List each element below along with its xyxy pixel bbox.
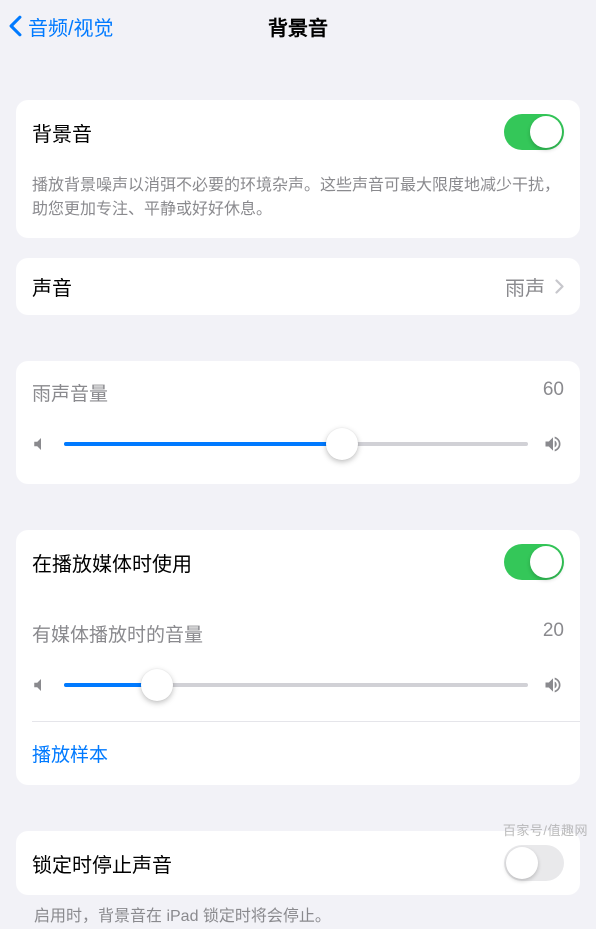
media-volume-header: 有媒体播放时的音量 20: [32, 620, 564, 647]
media-volume-section: 有媒体播放时的音量 20: [16, 594, 580, 721]
use-with-media-row: 在播放媒体时使用: [16, 530, 580, 594]
lock-stop-toggle[interactable]: [504, 845, 564, 881]
volume-low-icon: [32, 435, 50, 453]
lock-stop-label: 锁定时停止声音: [32, 849, 172, 878]
toggle-knob: [530, 116, 562, 148]
rain-volume-group: 雨声音量 60: [16, 361, 580, 484]
volume-high-icon: [542, 675, 564, 695]
volume-high-icon: [542, 434, 564, 454]
lock-stop-row: 锁定时停止声音: [16, 831, 580, 895]
toggle-knob: [530, 546, 562, 578]
navigation-bar: 音频/视觉 背景音: [0, 0, 596, 52]
rain-volume-slider[interactable]: [64, 428, 528, 460]
chevron-right-icon: [555, 279, 564, 294]
background-sound-toggle[interactable]: [504, 114, 564, 150]
media-volume-slider-row: [32, 669, 564, 701]
sound-selection-group: 声音 雨声: [16, 258, 580, 315]
rain-volume-slider-row: [32, 428, 564, 460]
media-playback-group: 在播放媒体时使用 有媒体播放时的音量 20: [16, 530, 580, 785]
slider-thumb[interactable]: [141, 669, 173, 701]
slider-thumb[interactable]: [326, 428, 358, 460]
use-with-media-label: 在播放媒体时使用: [32, 548, 192, 577]
sound-value: 雨声: [505, 272, 545, 301]
toggle-knob: [506, 847, 538, 879]
background-sound-group: 背景音 播放背景噪声以消弭不必要的环境杂声。这些声音可最大限度地减少干扰，助您更…: [16, 100, 580, 238]
media-volume-label: 有媒体播放时的音量: [32, 620, 203, 647]
sound-value-container: 雨声: [505, 272, 564, 301]
back-label: 音频/视觉: [28, 12, 114, 41]
sound-label: 声音: [32, 272, 72, 301]
use-with-media-toggle[interactable]: [504, 544, 564, 580]
background-sound-row: 背景音: [16, 100, 580, 164]
background-sound-description: 播放背景噪声以消弭不必要的环境杂声。这些声音可最大限度地减少干扰，助您更加专注、…: [16, 164, 580, 238]
lock-stop-group: 锁定时停止声音: [16, 831, 580, 895]
play-sample-button[interactable]: 播放样本: [16, 722, 580, 785]
background-sound-label: 背景音: [32, 118, 92, 147]
volume-low-icon: [32, 676, 50, 694]
rain-volume-section: 雨声音量 60: [16, 361, 580, 484]
media-volume-value: 20: [543, 620, 564, 647]
sound-row[interactable]: 声音 雨声: [16, 258, 580, 315]
lock-stop-description: 启用时，背景音在 iPad 锁定时将会停止。: [16, 895, 580, 929]
media-volume-slider[interactable]: [64, 669, 528, 701]
chevron-left-icon: [8, 15, 23, 37]
rain-volume-value: 60: [543, 379, 564, 406]
back-button[interactable]: 音频/视觉: [0, 12, 114, 41]
watermark: 百家号/值趣网: [503, 820, 588, 839]
rain-volume-header: 雨声音量 60: [32, 379, 564, 406]
rain-volume-label: 雨声音量: [32, 379, 108, 406]
